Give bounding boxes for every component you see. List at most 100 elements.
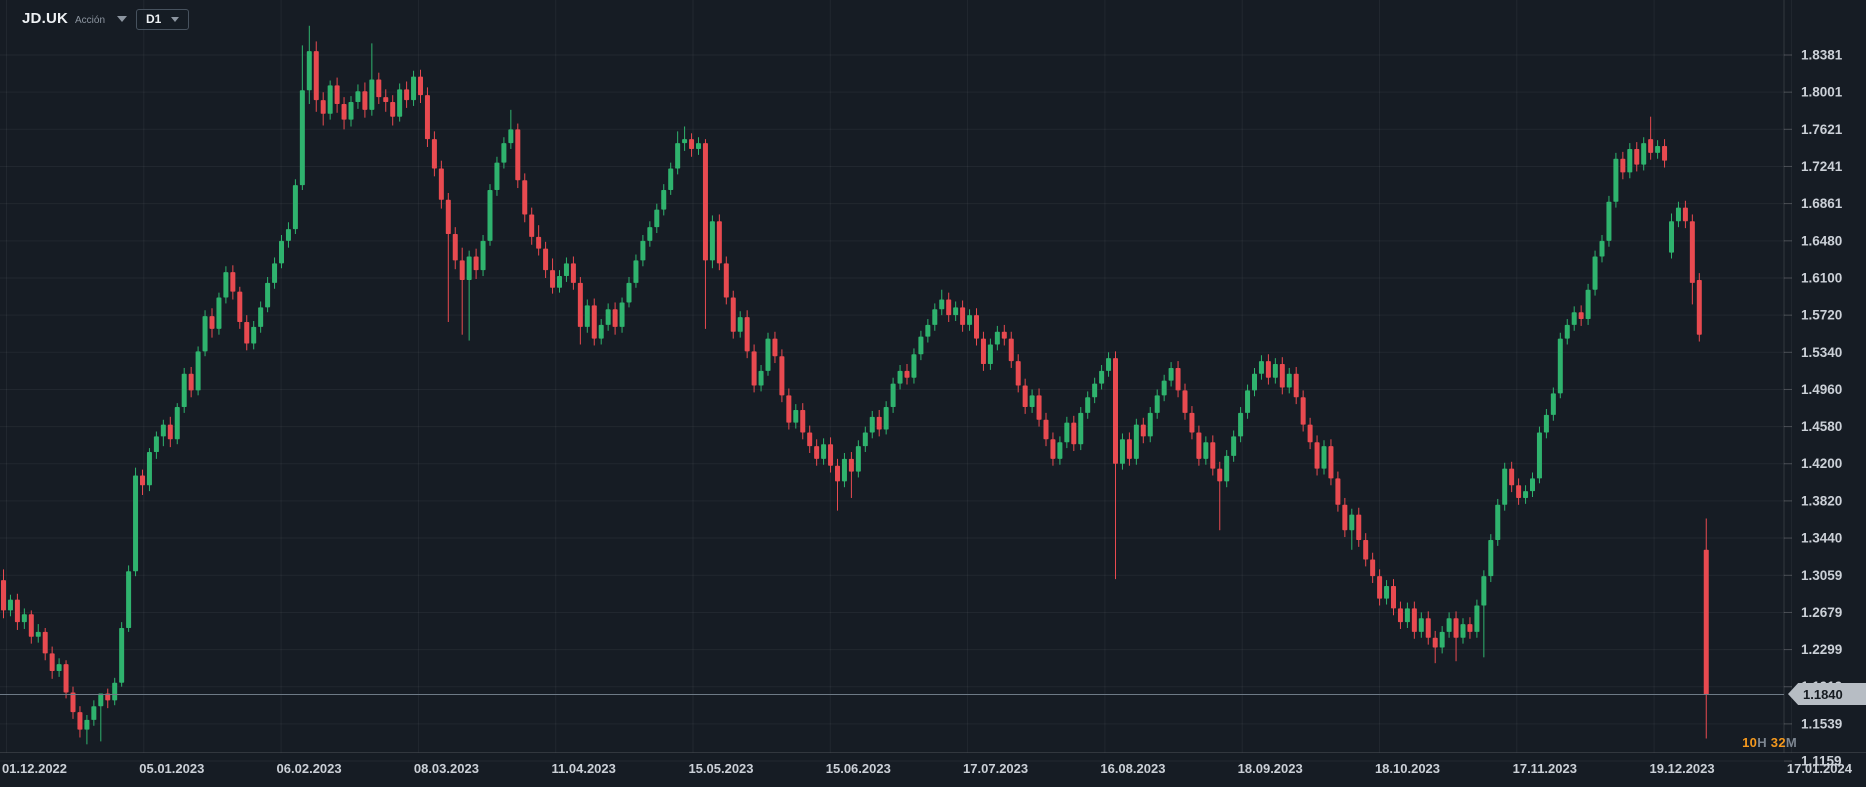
candle-body bbox=[661, 190, 667, 210]
countdown-minutes-unit: M bbox=[1785, 735, 1797, 750]
candle-body bbox=[939, 299, 945, 310]
time-axis[interactable] bbox=[0, 753, 1866, 787]
candle-body bbox=[1356, 514, 1362, 541]
candle-body bbox=[1599, 240, 1605, 257]
candle-body bbox=[876, 416, 882, 430]
instrument-type-label: Acción bbox=[75, 14, 106, 26]
candle-body bbox=[1196, 432, 1202, 459]
candle-body bbox=[1328, 446, 1334, 479]
candle-body bbox=[1377, 576, 1383, 599]
candle-body bbox=[230, 272, 236, 292]
candle-body bbox=[1662, 146, 1668, 161]
candle-body bbox=[1627, 148, 1633, 173]
candle-body bbox=[1474, 605, 1480, 632]
candle-body bbox=[1189, 412, 1195, 433]
candle-body bbox=[487, 190, 493, 241]
candle-body bbox=[1182, 390, 1188, 413]
candle-body bbox=[1071, 422, 1077, 445]
candle-body bbox=[1425, 618, 1431, 638]
candle-body bbox=[480, 240, 486, 271]
candle-body bbox=[1682, 207, 1688, 222]
candle-body bbox=[404, 89, 410, 101]
candle-body bbox=[1286, 373, 1292, 388]
candle-body bbox=[7, 599, 13, 611]
candle-body bbox=[153, 436, 159, 453]
candle-body bbox=[841, 458, 847, 482]
candle-body bbox=[42, 631, 48, 654]
candle-body bbox=[84, 719, 90, 730]
candle-body bbox=[1439, 631, 1445, 648]
candlestick-chart[interactable]: 1.83811.80011.76211.72411.68611.64801.61… bbox=[0, 0, 1866, 787]
candle-body bbox=[1175, 367, 1181, 391]
candle-body bbox=[647, 227, 653, 241]
candle-body bbox=[730, 297, 736, 332]
current-price-value: 1.1840 bbox=[1803, 686, 1843, 702]
candle-body bbox=[279, 240, 284, 264]
candle-body bbox=[1307, 424, 1313, 443]
candle-body bbox=[251, 326, 257, 344]
candle-body bbox=[1523, 491, 1529, 498]
candle-body bbox=[1314, 442, 1320, 469]
instrument-header[interactable]: JD.UK Acción bbox=[22, 10, 128, 27]
candle-body bbox=[890, 383, 896, 408]
candle-body bbox=[779, 356, 785, 396]
candle-body bbox=[223, 272, 229, 298]
candle-body bbox=[1161, 380, 1167, 396]
candle-body bbox=[1252, 373, 1257, 391]
candle-body bbox=[341, 103, 347, 120]
candle-body bbox=[362, 91, 368, 110]
candle-body bbox=[181, 373, 187, 408]
candle-body bbox=[397, 89, 403, 117]
candle-body bbox=[445, 199, 451, 235]
candle-body bbox=[1669, 221, 1674, 253]
candle-body bbox=[21, 614, 27, 623]
candle-body bbox=[237, 291, 243, 322]
candle-body bbox=[327, 85, 333, 114]
candle-body bbox=[1634, 148, 1640, 165]
candle-body bbox=[63, 664, 69, 693]
candle-body bbox=[702, 143, 708, 261]
candle-body bbox=[911, 354, 917, 378]
candle-body bbox=[1446, 618, 1452, 632]
candle-body bbox=[1064, 422, 1070, 443]
candle-body bbox=[654, 209, 660, 228]
candle-body bbox=[1300, 397, 1306, 425]
candle-body bbox=[28, 614, 34, 637]
candle-body bbox=[1043, 419, 1049, 440]
candle-body bbox=[751, 351, 757, 386]
candle-body bbox=[334, 85, 340, 104]
candle-body bbox=[1342, 504, 1348, 531]
candle-body bbox=[1335, 478, 1341, 505]
candle-body bbox=[675, 143, 681, 169]
timeframe-value: D1 bbox=[146, 12, 162, 26]
candle-body bbox=[946, 299, 952, 316]
candle-body bbox=[1099, 370, 1105, 384]
candle-body bbox=[216, 297, 222, 329]
candle-body bbox=[1641, 143, 1647, 165]
candle-body bbox=[800, 409, 806, 433]
candle-body bbox=[209, 316, 215, 329]
candle-body bbox=[49, 653, 55, 672]
candle-body bbox=[133, 475, 139, 572]
timeframe-selector[interactable]: D1 bbox=[136, 9, 190, 30]
candle-body bbox=[1217, 468, 1223, 482]
candle-body bbox=[459, 260, 465, 280]
candle-body bbox=[1092, 383, 1098, 398]
candle-body bbox=[974, 315, 979, 339]
candle-body bbox=[584, 305, 590, 327]
candle-body bbox=[918, 336, 924, 355]
candle-body bbox=[1203, 442, 1209, 459]
candle-body bbox=[696, 143, 701, 149]
candle-body bbox=[272, 263, 278, 283]
candle-body bbox=[501, 143, 507, 163]
price-axis[interactable] bbox=[1784, 0, 1866, 752]
candle-body bbox=[1543, 414, 1549, 433]
candle-body bbox=[77, 712, 83, 730]
candle-body bbox=[612, 309, 618, 327]
candle-body bbox=[786, 395, 792, 423]
candle-body bbox=[1154, 395, 1160, 413]
candle-body bbox=[466, 256, 472, 280]
candle-body bbox=[188, 373, 194, 391]
candle-body bbox=[1, 580, 6, 611]
candle-body bbox=[1585, 289, 1591, 320]
